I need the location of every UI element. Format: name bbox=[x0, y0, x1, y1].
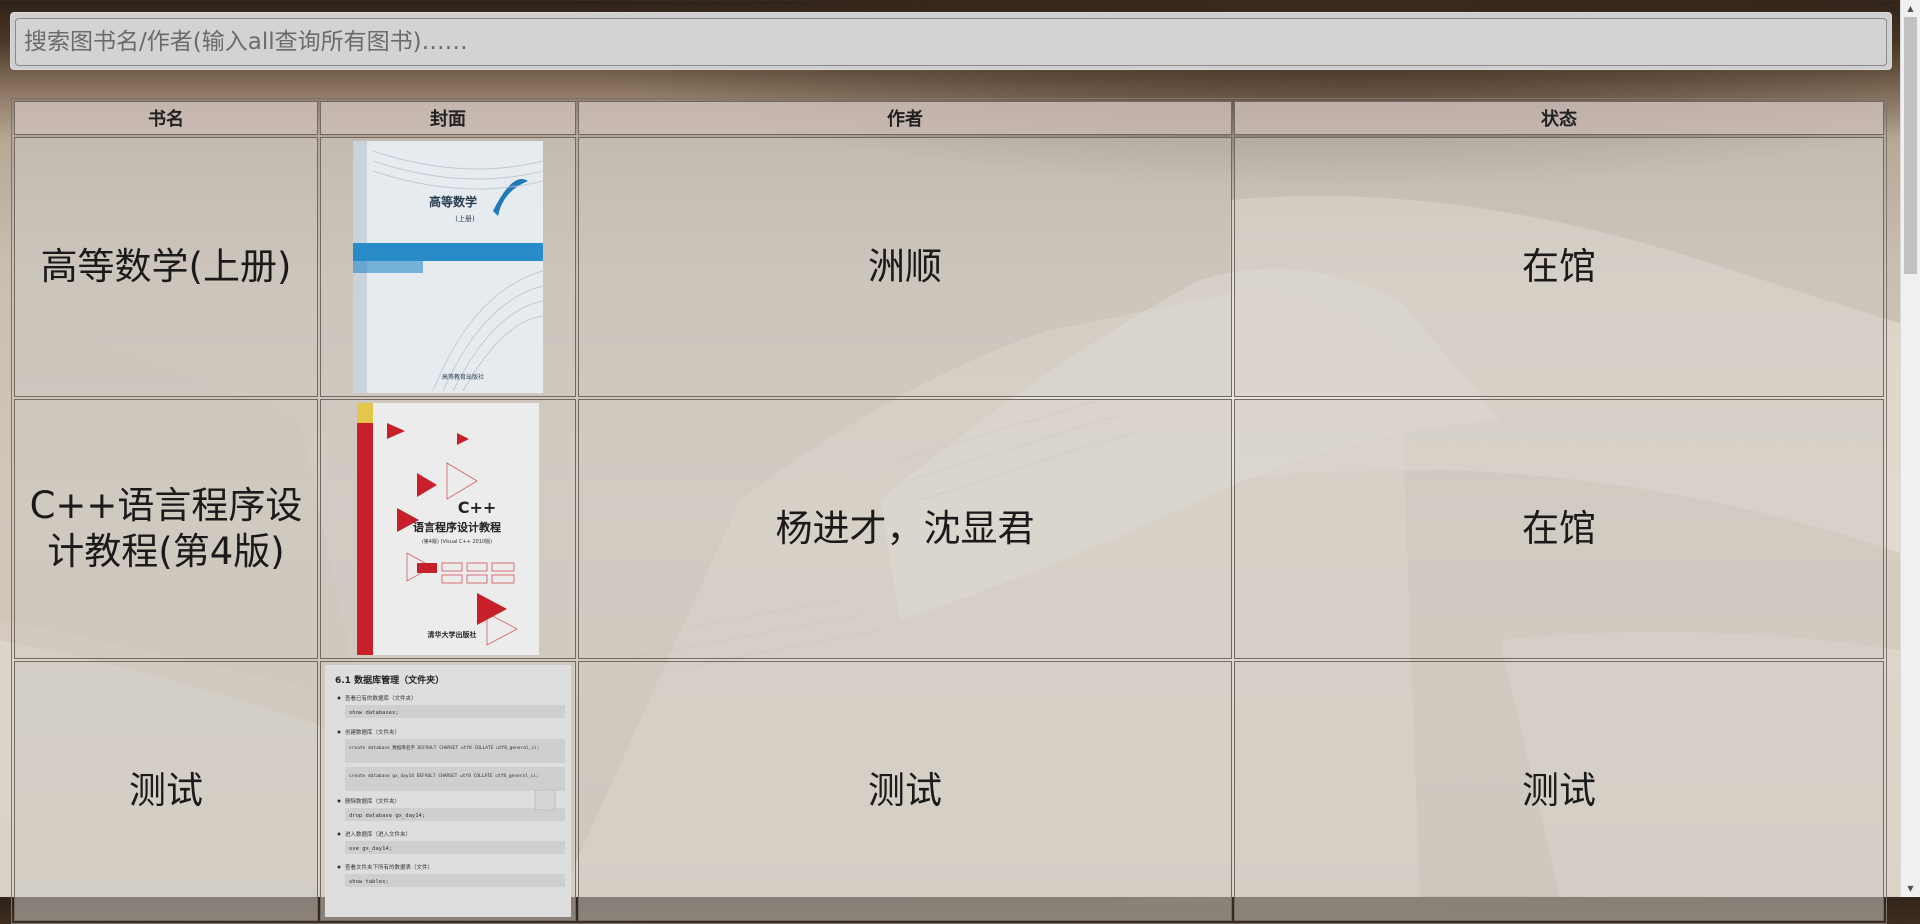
book-cover-image: C++ 语言程序设计教程 (第4版) (Visual C++ 2010版) 清华… bbox=[357, 403, 539, 655]
book-author: 洲顺 bbox=[578, 137, 1232, 397]
table-header-row: 书名 封面 作者 状态 bbox=[14, 101, 1884, 135]
cover-item: create database gx_day14 DEFAULT CHARSET… bbox=[349, 773, 539, 779]
books-table: 书名 封面 作者 状态 高等数学 (上册) 高等数学 (上册) 高等教育出版社 洲… bbox=[11, 98, 1887, 924]
book-status: 测试 bbox=[1234, 661, 1884, 921]
book-author: 测试 bbox=[578, 661, 1232, 921]
cover-subtitle: (上册) bbox=[455, 214, 475, 223]
cover-item: 创建数据库（文件夹） bbox=[345, 728, 400, 736]
cover-item: use gx_day14; bbox=[349, 846, 392, 852]
cover-item: 查看已有的数据库（文件夹） bbox=[345, 694, 417, 702]
header-cover: 封面 bbox=[320, 101, 576, 135]
book-cover-cell: C++ 语言程序设计教程 (第4版) (Visual C++ 2010版) 清华… bbox=[320, 399, 576, 659]
table-row: 高等数学 (上册) 高等数学 (上册) 高等教育出版社 洲顺 在馆 bbox=[14, 137, 1884, 397]
cover-item: 进入数据库（进入文件夹） bbox=[345, 830, 411, 838]
header-status: 状态 bbox=[1234, 101, 1884, 135]
cover-item: 删除数据库（文件夹） bbox=[345, 797, 400, 805]
cover-item: show tables; bbox=[349, 879, 389, 885]
book-author: 杨进才，沈显君 bbox=[578, 399, 1232, 659]
cover-publisher: 高等教育出版社 bbox=[442, 373, 484, 381]
book-cover-image: 6.1 数据库管理（文件夹） 查看已有的数据库（文件夹） show databa… bbox=[325, 665, 571, 917]
cover-subtitle: (第4版) (Visual C++ 2010版) bbox=[422, 538, 492, 545]
table-row: C++语言程序设计教程(第4版) C++ 语言程序设计教程 (第4版) (Vis… bbox=[14, 399, 1884, 659]
book-title: 测试 bbox=[14, 661, 318, 921]
header-author: 作者 bbox=[578, 101, 1232, 135]
cover-item: show databases; bbox=[349, 710, 399, 716]
cover-item: 查看文件夹下所有的数据表（文件） bbox=[345, 863, 433, 871]
scrollbar-thumb[interactable] bbox=[1904, 17, 1917, 274]
search-bar bbox=[10, 12, 1892, 70]
search-input[interactable] bbox=[15, 18, 1887, 66]
cover-title: 高等数学 bbox=[429, 194, 477, 209]
cover-publisher: 清华大学出版社 bbox=[428, 630, 477, 639]
book-title: C++语言程序设计教程(第4版) bbox=[14, 399, 318, 659]
cover-heading: 6.1 数据库管理（文件夹） bbox=[335, 674, 444, 686]
table-row: 测试 6.1 数据库管理（文件夹） 查看已有的数据库（文件夹） show dat… bbox=[14, 661, 1884, 921]
cover-title-en: C++ bbox=[458, 498, 497, 517]
vertical-scrollbar[interactable]: ▲ ▼ bbox=[1900, 0, 1920, 897]
scroll-up-arrow-icon[interactable]: ▲ bbox=[1901, 0, 1920, 17]
cover-title: 语言程序设计教程 bbox=[413, 520, 501, 534]
cover-item: create database 数据库名字 DEFAULT CHARSET ut… bbox=[349, 744, 539, 751]
book-title: 高等数学(上册) bbox=[14, 137, 318, 397]
header-title: 书名 bbox=[14, 101, 318, 135]
book-cover-cell: 高等数学 (上册) 高等教育出版社 bbox=[320, 137, 576, 397]
scroll-down-arrow-icon[interactable]: ▼ bbox=[1901, 880, 1920, 897]
book-status: 在馆 bbox=[1234, 137, 1884, 397]
cover-item: drop database gx_day14; bbox=[349, 813, 425, 819]
book-cover-cell: 6.1 数据库管理（文件夹） 查看已有的数据库（文件夹） show databa… bbox=[320, 661, 576, 921]
book-status: 在馆 bbox=[1234, 399, 1884, 659]
book-cover-image: 高等数学 (上册) 高等教育出版社 bbox=[353, 141, 543, 393]
